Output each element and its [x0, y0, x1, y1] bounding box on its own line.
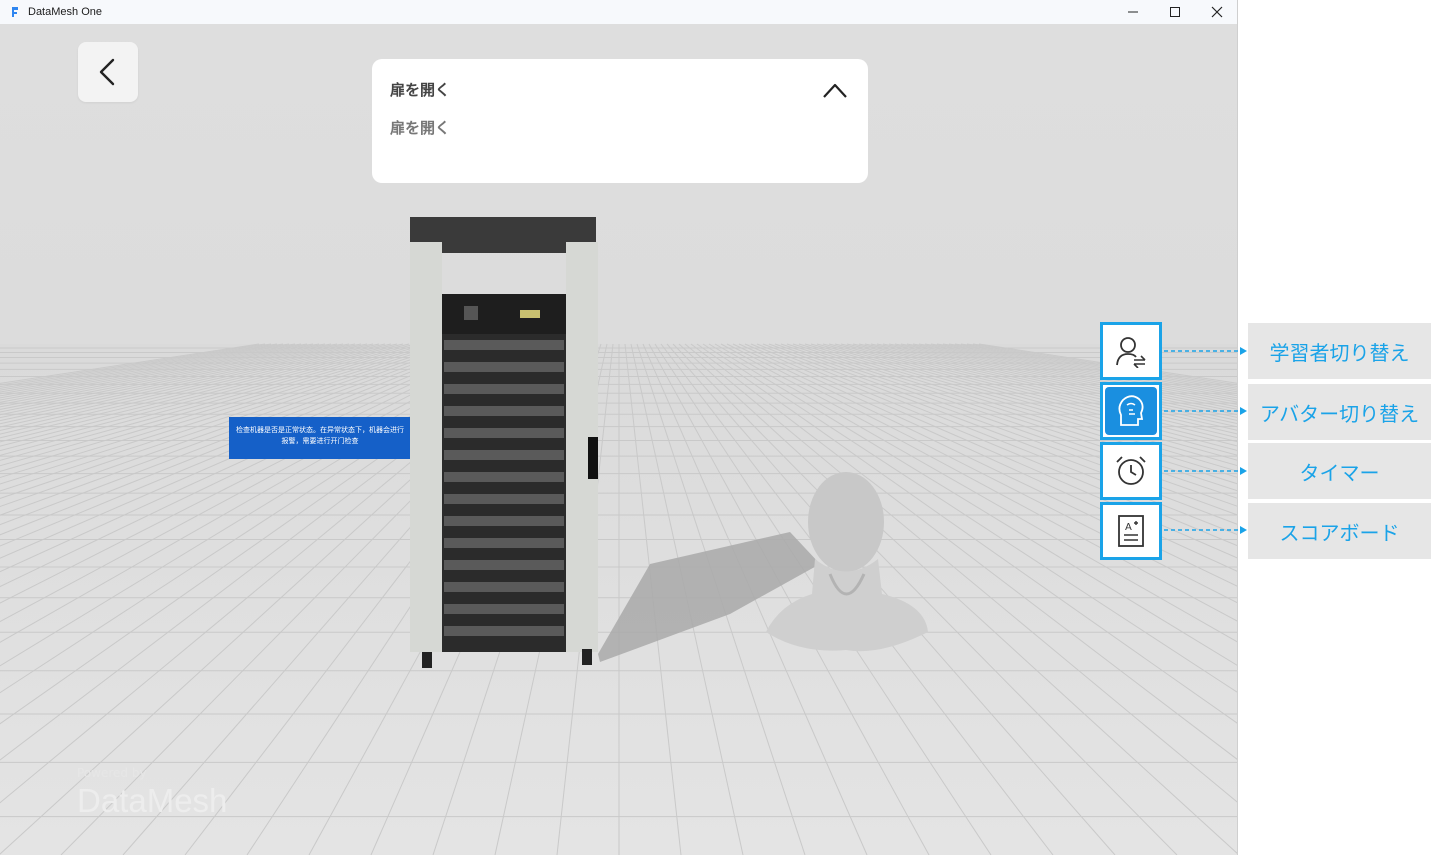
window-controls: [1112, 0, 1237, 24]
callout-connector: [1164, 526, 1247, 534]
back-button[interactable]: [78, 42, 138, 102]
scoreboard-button[interactable]: A: [1100, 502, 1162, 560]
callout-timer: タイマー: [1248, 443, 1431, 499]
title-bar: DataMesh One: [0, 0, 1237, 24]
maximize-icon: [1170, 7, 1180, 17]
minimize-icon: [1128, 11, 1138, 13]
task-panel: 扉を開く 扉を開く: [372, 59, 868, 183]
3d-viewport[interactable]: 扉を開く 扉を開く 检查机器是否是正常状态。在异常状态下，机器会进行报警，需要进…: [0, 24, 1237, 855]
task-description: 扉を開く: [390, 119, 451, 137]
alarm-clock-icon: [1116, 456, 1146, 485]
svg-text:A: A: [1125, 522, 1132, 533]
brand-watermark: Powered by DataMesh: [77, 766, 227, 820]
server-cabinet-model[interactable]: [400, 212, 610, 672]
window-title: DataMesh One: [28, 6, 102, 18]
app-window: DataMesh One 扉を開く 扉を開く 检查机器是否是正常状态。在异常状态…: [0, 0, 1238, 855]
timer-button[interactable]: [1100, 442, 1162, 500]
scoreboard-icon: A: [1118, 515, 1144, 547]
callout-connector: [1164, 347, 1247, 355]
avatar-head-model[interactable]: [760, 464, 935, 654]
close-icon: [1211, 6, 1223, 18]
callout-connector: [1164, 407, 1247, 415]
close-button[interactable]: [1196, 0, 1237, 24]
app-logo-icon: [8, 5, 22, 19]
switch-learner-icon: [1116, 337, 1146, 368]
callout-switch-learner: 学習者切り替え: [1248, 323, 1431, 379]
switch-avatar-button[interactable]: [1100, 382, 1162, 440]
maximize-button[interactable]: [1154, 0, 1196, 24]
switch-learner-button[interactable]: [1100, 322, 1162, 380]
callout-switch-avatar: アバター切り替え: [1248, 384, 1431, 440]
chevron-up-icon[interactable]: [822, 81, 848, 99]
minimize-button[interactable]: [1112, 0, 1154, 24]
callout-scoreboard: スコアボード: [1248, 503, 1431, 559]
brand-name: DataMesh: [77, 782, 228, 819]
callout-connector: [1164, 467, 1247, 475]
powered-by-text: Powered by: [77, 766, 147, 780]
task-title: 扉を開く: [390, 81, 451, 99]
switch-avatar-icon: [1118, 395, 1144, 426]
chevron-left-icon: [99, 58, 115, 86]
scene-info-label: 检查机器是否是正常状态。在异常状态下，机器会进行报警，需要进行开门检查: [229, 417, 411, 459]
